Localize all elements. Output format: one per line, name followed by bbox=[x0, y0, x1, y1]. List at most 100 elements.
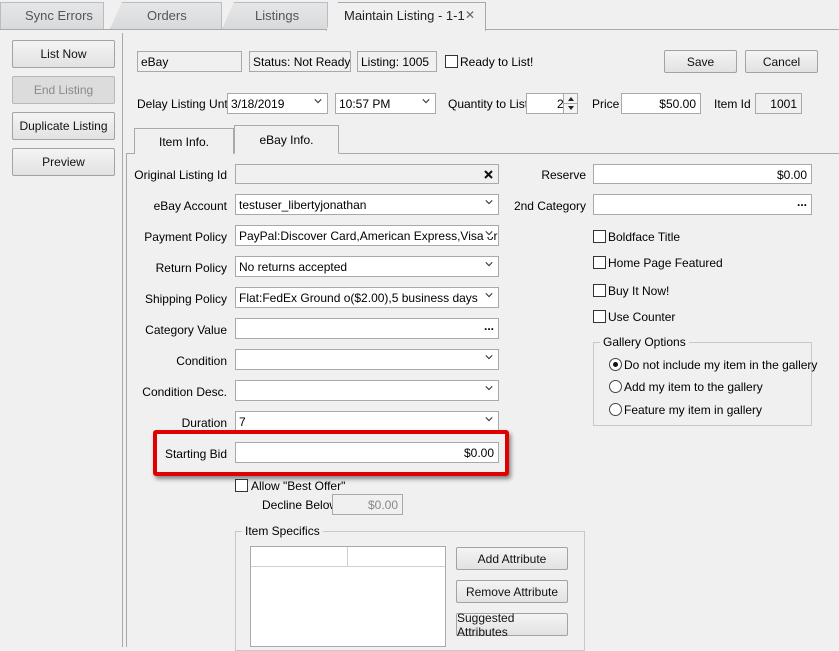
duration-label: Duration bbox=[181, 416, 227, 430]
category-value-label: Category Value bbox=[145, 323, 227, 337]
duplicate-listing-button[interactable]: Duplicate Listing bbox=[12, 112, 115, 140]
second-category-field[interactable]: ... bbox=[593, 194, 812, 215]
clear-icon[interactable] bbox=[484, 170, 493, 179]
buy-it-now-label: Buy It Now! bbox=[608, 284, 670, 298]
condition-desc-label: Condition Desc. bbox=[142, 385, 227, 399]
list-now-button[interactable]: List Now bbox=[12, 40, 115, 68]
item-specifics-title: Item Specifics bbox=[242, 524, 323, 538]
add-attribute-button[interactable]: Add Attribute bbox=[456, 547, 568, 570]
duration-select[interactable]: 7 bbox=[235, 411, 499, 432]
condition-desc-select[interactable] bbox=[235, 380, 499, 401]
gallery-option-feature-radio[interactable] bbox=[609, 403, 622, 416]
channel-field: eBay bbox=[137, 51, 242, 72]
shipping-policy-select[interactable]: Flat:FedEx Ground o($2.00),5 business da… bbox=[235, 287, 499, 308]
gallery-options-title: Gallery Options bbox=[600, 335, 689, 349]
chevron-down-icon bbox=[485, 229, 493, 237]
gallery-option-label: Feature my item in gallery bbox=[624, 403, 763, 417]
chevron-down-icon bbox=[485, 262, 493, 267]
chevron-down-icon bbox=[485, 200, 493, 205]
end-listing-button[interactable]: End Listing bbox=[12, 76, 115, 104]
original-listing-id-field[interactable] bbox=[235, 164, 499, 184]
quantity-label: Quantity to List bbox=[448, 97, 529, 111]
spin-arrows-icon bbox=[564, 97, 578, 110]
browse-ellipsis-icon[interactable]: ... bbox=[484, 319, 494, 333]
tab-label: Orders bbox=[147, 8, 187, 23]
preview-button[interactable]: Preview bbox=[12, 148, 115, 176]
reserve-field[interactable]: $0.00 bbox=[593, 164, 812, 184]
reserve-label: Reserve bbox=[541, 168, 586, 182]
chevron-down-icon bbox=[485, 355, 493, 360]
tab-maintain-listing[interactable]: Maintain Listing - 1-1 ✕ bbox=[326, 2, 486, 31]
chevron-down-icon bbox=[422, 99, 430, 104]
cancel-button[interactable]: Cancel bbox=[745, 50, 818, 73]
listing-number-field: Listing: 1005 bbox=[357, 51, 437, 72]
condition-select[interactable] bbox=[235, 349, 499, 370]
suggested-attributes-button[interactable]: Suggested Attributes bbox=[456, 611, 568, 639]
return-policy-value: No returns accepted bbox=[239, 260, 348, 274]
decline-below-label: Decline Below bbox=[262, 498, 339, 512]
chevron-down-icon bbox=[314, 99, 322, 104]
browse-ellipsis-icon[interactable]: ... bbox=[797, 195, 807, 209]
gallery-option-add-radio[interactable] bbox=[609, 380, 622, 393]
delay-time-value: 10:57 PM bbox=[339, 97, 391, 111]
boldface-title-label: Boldface Title bbox=[608, 230, 681, 244]
chevron-down-icon bbox=[485, 291, 493, 299]
ebay-account-select[interactable]: testuser_libertyjonathan bbox=[235, 194, 499, 215]
tab-item-info[interactable]: Item Info. bbox=[134, 128, 234, 154]
ebay-account-value: testuser_libertyjonathan bbox=[239, 198, 367, 212]
payment-policy-label: Payment Policy bbox=[144, 230, 227, 244]
tab-orders[interactable]: Orders bbox=[110, 2, 222, 29]
quantity-spin-buttons[interactable] bbox=[563, 94, 578, 113]
home-page-featured-label: Home Page Featured bbox=[608, 256, 723, 270]
remove-attribute-button[interactable]: Remove Attribute bbox=[456, 580, 568, 603]
payment-policy-value: PayPal:Discover Card,American Express,Vi… bbox=[239, 229, 498, 243]
tab-listings[interactable]: Listings bbox=[222, 2, 328, 29]
chevron-down-icon bbox=[485, 386, 493, 391]
tab-label: Item Info. bbox=[158, 134, 210, 149]
chevron-down-icon bbox=[485, 417, 493, 422]
save-button[interactable]: Save bbox=[664, 50, 737, 73]
decline-below-field: $0.00 bbox=[332, 494, 403, 515]
ebay-account-label: eBay Account bbox=[153, 199, 227, 213]
item-id-field: 1001 bbox=[755, 93, 802, 114]
ready-to-list-checkbox[interactable] bbox=[445, 55, 458, 68]
allow-best-offer-label: Allow "Best Offer" bbox=[251, 479, 346, 493]
tab-strip: Sync Errors Orders Listings Maintain Lis… bbox=[0, 0, 839, 31]
tab-label: Sync Errors bbox=[25, 8, 93, 23]
condition-label: Condition bbox=[176, 354, 227, 368]
delay-date-value: 3/18/2019 bbox=[231, 97, 285, 111]
allow-best-offer-checkbox[interactable] bbox=[235, 479, 248, 492]
payment-policy-select[interactable]: PayPal:Discover Card,American Express,Vi… bbox=[235, 225, 499, 246]
close-icon[interactable]: ✕ bbox=[465, 8, 475, 22]
table-header-row bbox=[251, 547, 445, 567]
duration-value: 7 bbox=[239, 415, 246, 429]
shipping-policy-value: Flat:FedEx Ground o($2.00),5 business da… bbox=[239, 291, 478, 305]
item-specifics-table[interactable] bbox=[250, 546, 446, 647]
delay-listing-label: Delay Listing Until bbox=[137, 97, 234, 111]
column-divider[interactable] bbox=[347, 547, 348, 567]
price-label: Price bbox=[592, 97, 620, 111]
tab-ebay-info[interactable]: eBay Info. bbox=[234, 125, 339, 154]
status-field: Status: Not Ready bbox=[249, 51, 351, 72]
price-field[interactable]: $50.00 bbox=[621, 93, 701, 114]
gallery-option-label: Do not include my item in the gallery bbox=[624, 358, 818, 372]
use-counter-label: Use Counter bbox=[608, 310, 676, 324]
delay-date-picker[interactable]: 3/18/2019 bbox=[227, 93, 328, 114]
home-page-featured-checkbox[interactable] bbox=[593, 256, 606, 269]
gallery-option-label: Add my item to the gallery bbox=[624, 380, 763, 394]
boldface-title-checkbox[interactable] bbox=[593, 230, 606, 243]
return-policy-label: Return Policy bbox=[155, 261, 227, 275]
gallery-option-none-radio[interactable] bbox=[609, 358, 622, 371]
tab-label: eBay Info. bbox=[259, 132, 314, 147]
tab-sync-errors[interactable]: Sync Errors bbox=[0, 2, 104, 29]
tab-label: Listings bbox=[255, 8, 300, 23]
second-category-label: 2nd Category bbox=[513, 199, 586, 213]
return-policy-select[interactable]: No returns accepted bbox=[235, 256, 499, 277]
buy-it-now-checkbox[interactable] bbox=[593, 284, 606, 297]
use-counter-checkbox[interactable] bbox=[593, 310, 606, 323]
original-listing-id-label: Original Listing Id bbox=[134, 168, 227, 182]
ready-to-list-label: Ready to List! bbox=[460, 55, 534, 69]
category-value-field[interactable]: ... bbox=[235, 318, 499, 339]
tab-label: Maintain Listing - 1-1 bbox=[344, 8, 465, 23]
delay-time-picker[interactable]: 10:57 PM bbox=[335, 93, 436, 114]
